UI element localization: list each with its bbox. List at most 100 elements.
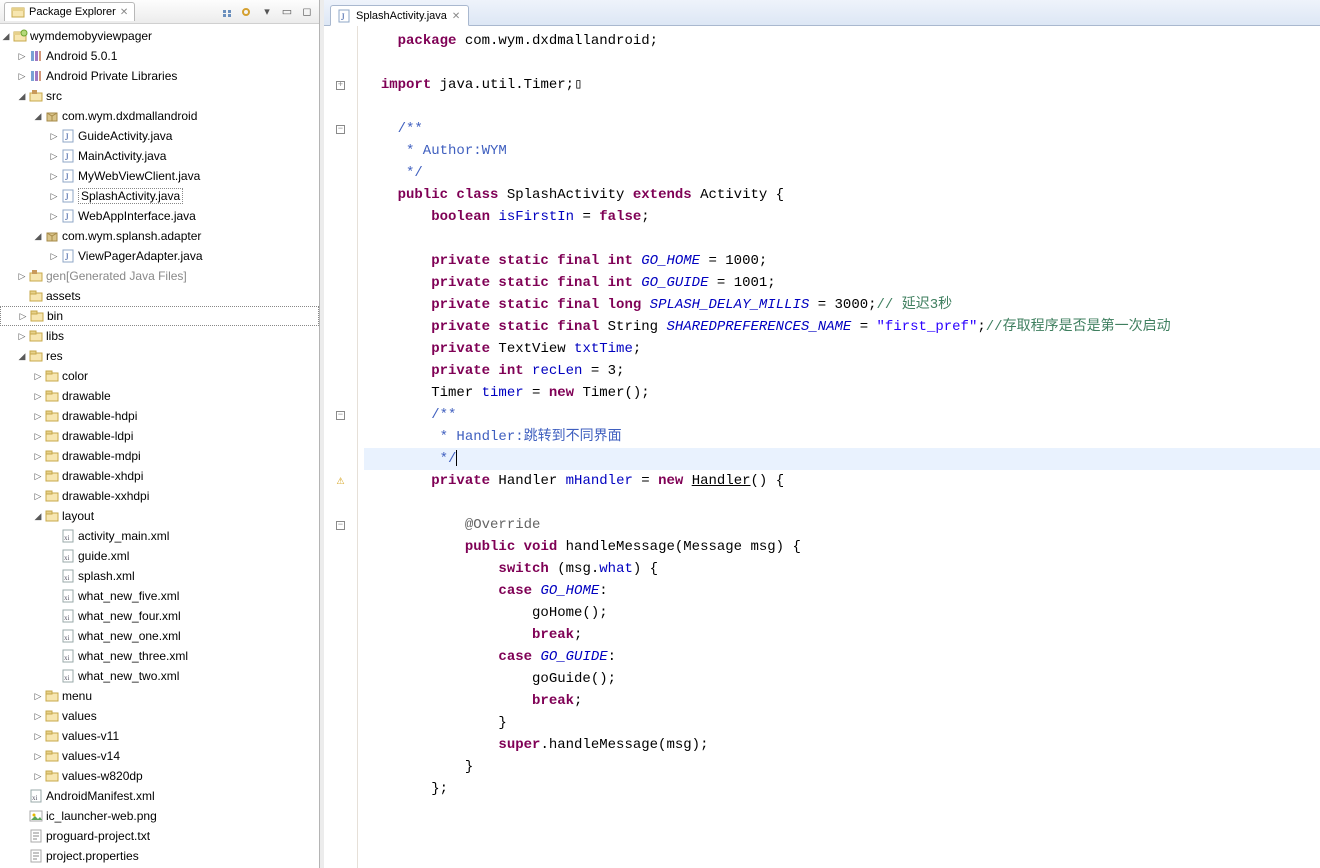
gutter-mark[interactable] bbox=[324, 800, 357, 822]
minimize-icon[interactable]: ▭ bbox=[279, 4, 295, 20]
gutter-mark[interactable] bbox=[324, 690, 357, 712]
gutter-mark[interactable] bbox=[324, 360, 357, 382]
chevron-right-icon[interactable]: ▷ bbox=[32, 410, 44, 422]
code-line[interactable]: */ bbox=[364, 162, 1320, 184]
chevron-right-icon[interactable]: ▷ bbox=[32, 690, 44, 702]
tree-item[interactable]: xiwhat_new_four.xml bbox=[0, 606, 319, 626]
code-line[interactable]: }; bbox=[364, 778, 1320, 800]
gutter-mark[interactable] bbox=[324, 30, 357, 52]
chevron-right-icon[interactable]: ▷ bbox=[16, 50, 28, 62]
tree-item[interactable]: assets bbox=[0, 286, 319, 306]
code-line[interactable]: import java.util.Timer;▯ bbox=[364, 74, 1320, 96]
chevron-down-icon[interactable]: ◢ bbox=[0, 30, 12, 42]
code-line[interactable]: */ bbox=[364, 448, 1320, 470]
gutter-mark[interactable] bbox=[324, 140, 357, 162]
code-line[interactable] bbox=[364, 800, 1320, 822]
chevron-down-icon[interactable]: ◢ bbox=[32, 510, 44, 522]
explorer-tab[interactable]: Package Explorer ✕ bbox=[4, 2, 135, 21]
code-area[interactable]: package com.wym.dxdmallandroid; import j… bbox=[358, 26, 1320, 868]
chevron-right-icon[interactable]: ▷ bbox=[16, 330, 28, 342]
maximize-icon[interactable]: ◻ bbox=[299, 4, 315, 20]
code-line[interactable]: private Handler mHandler = new Handler()… bbox=[364, 470, 1320, 492]
chevron-right-icon[interactable]: ▷ bbox=[32, 470, 44, 482]
chevron-right-icon[interactable]: ▷ bbox=[48, 130, 60, 142]
gutter-mark[interactable] bbox=[324, 294, 357, 316]
explorer-tab-close-icon[interactable]: ✕ bbox=[120, 7, 128, 18]
gutter-mark[interactable] bbox=[324, 558, 357, 580]
code-line[interactable]: Timer timer = new Timer(); bbox=[364, 382, 1320, 404]
tree-item[interactable]: ▷values bbox=[0, 706, 319, 726]
tree-item[interactable]: ▷values-v11 bbox=[0, 726, 319, 746]
code-line[interactable]: case GO_HOME: bbox=[364, 580, 1320, 602]
tree-item[interactable]: ▷JWebAppInterface.java bbox=[0, 206, 319, 226]
chevron-right-icon[interactable]: ▷ bbox=[32, 710, 44, 722]
tree-item[interactable]: ▷drawable bbox=[0, 386, 319, 406]
gutter-mark[interactable]: − bbox=[324, 404, 357, 426]
code-line[interactable]: public class SplashActivity extends Acti… bbox=[364, 184, 1320, 206]
tree-item[interactable]: ▷libs bbox=[0, 326, 319, 346]
tree-item[interactable]: ◢layout bbox=[0, 506, 319, 526]
code-line[interactable] bbox=[364, 492, 1320, 514]
tree-item[interactable]: ▷drawable-hdpi bbox=[0, 406, 319, 426]
tree-item[interactable]: ◢src bbox=[0, 86, 319, 106]
chevron-right-icon[interactable]: ▷ bbox=[32, 730, 44, 742]
tree-item[interactable]: xiactivity_main.xml bbox=[0, 526, 319, 546]
gutter-mark[interactable]: ⚠ bbox=[324, 470, 357, 492]
tree-item[interactable]: ▷drawable-mdpi bbox=[0, 446, 319, 466]
code-line[interactable]: private int recLen = 3; bbox=[364, 360, 1320, 382]
gutter-mark[interactable] bbox=[324, 52, 357, 74]
gutter-mark[interactable] bbox=[324, 734, 357, 756]
chevron-down-icon[interactable]: ◢ bbox=[32, 110, 44, 122]
tree-item[interactable]: xiAndroidManifest.xml bbox=[0, 786, 319, 806]
tree-item[interactable]: ▷Android 5.0.1 bbox=[0, 46, 319, 66]
chevron-right-icon[interactable]: ▷ bbox=[16, 270, 28, 282]
editor-gutter[interactable]: +−−⚠− bbox=[324, 26, 358, 868]
tree-item[interactable]: xiguide.xml bbox=[0, 546, 319, 566]
code-line[interactable]: case GO_GUIDE: bbox=[364, 646, 1320, 668]
tree-item[interactable]: ▷values-v14 bbox=[0, 746, 319, 766]
gutter-mark[interactable] bbox=[324, 778, 357, 800]
gutter-mark[interactable]: − bbox=[324, 514, 357, 536]
chevron-right-icon[interactable]: ▷ bbox=[32, 770, 44, 782]
tree-item[interactable]: ▷JGuideActivity.java bbox=[0, 126, 319, 146]
view-menu-icon[interactable]: ▾ bbox=[259, 4, 275, 20]
tree-item[interactable]: ◢wymdemobyviewpager bbox=[0, 26, 319, 46]
tree-item[interactable]: ▷menu bbox=[0, 686, 319, 706]
gutter-mark[interactable] bbox=[324, 426, 357, 448]
code-line[interactable]: public void handleMessage(Message msg) { bbox=[364, 536, 1320, 558]
chevron-right-icon[interactable]: ▷ bbox=[48, 190, 60, 202]
tree-item[interactable]: ▷JMyWebViewClient.java bbox=[0, 166, 319, 186]
gutter-mark[interactable] bbox=[324, 712, 357, 734]
tree-item[interactable]: ▷JViewPagerAdapter.java bbox=[0, 246, 319, 266]
tree-item[interactable]: ◢res bbox=[0, 346, 319, 366]
gutter-mark[interactable] bbox=[324, 184, 357, 206]
tree-item[interactable]: ▷JSplashActivity.java bbox=[0, 186, 319, 206]
tree-item[interactable]: ▷Android Private Libraries bbox=[0, 66, 319, 86]
gutter-mark[interactable] bbox=[324, 316, 357, 338]
gutter-mark[interactable] bbox=[324, 250, 357, 272]
gutter-mark[interactable] bbox=[324, 646, 357, 668]
code-line[interactable]: private static final String SHAREDPREFER… bbox=[364, 316, 1320, 338]
tree-item[interactable]: project.properties bbox=[0, 846, 319, 866]
tree-item[interactable]: xiwhat_new_five.xml bbox=[0, 586, 319, 606]
collapse-all-icon[interactable] bbox=[219, 4, 235, 20]
code-line[interactable]: goGuide(); bbox=[364, 668, 1320, 690]
gutter-mark[interactable] bbox=[324, 624, 357, 646]
gutter-mark[interactable]: + bbox=[324, 74, 357, 96]
tree-item[interactable]: xiwhat_new_one.xml bbox=[0, 626, 319, 646]
gutter-mark[interactable] bbox=[324, 536, 357, 558]
tree-item[interactable]: ▷drawable-xxhdpi bbox=[0, 486, 319, 506]
chevron-down-icon[interactable]: ◢ bbox=[16, 350, 28, 362]
chevron-right-icon[interactable]: ▷ bbox=[32, 430, 44, 442]
tree-item[interactable]: ▷values-w820dp bbox=[0, 766, 319, 786]
tree-item[interactable]: ▷gen [Generated Java Files] bbox=[0, 266, 319, 286]
gutter-mark[interactable] bbox=[324, 668, 357, 690]
chevron-right-icon[interactable]: ▷ bbox=[32, 490, 44, 502]
code-line[interactable]: goHome(); bbox=[364, 602, 1320, 624]
chevron-right-icon[interactable]: ▷ bbox=[32, 750, 44, 762]
chevron-right-icon[interactable]: ▷ bbox=[32, 450, 44, 462]
code-line[interactable]: package com.wym.dxdmallandroid; bbox=[364, 30, 1320, 52]
gutter-mark[interactable] bbox=[324, 162, 357, 184]
code-line[interactable]: /** bbox=[364, 118, 1320, 140]
chevron-right-icon[interactable]: ▷ bbox=[48, 210, 60, 222]
